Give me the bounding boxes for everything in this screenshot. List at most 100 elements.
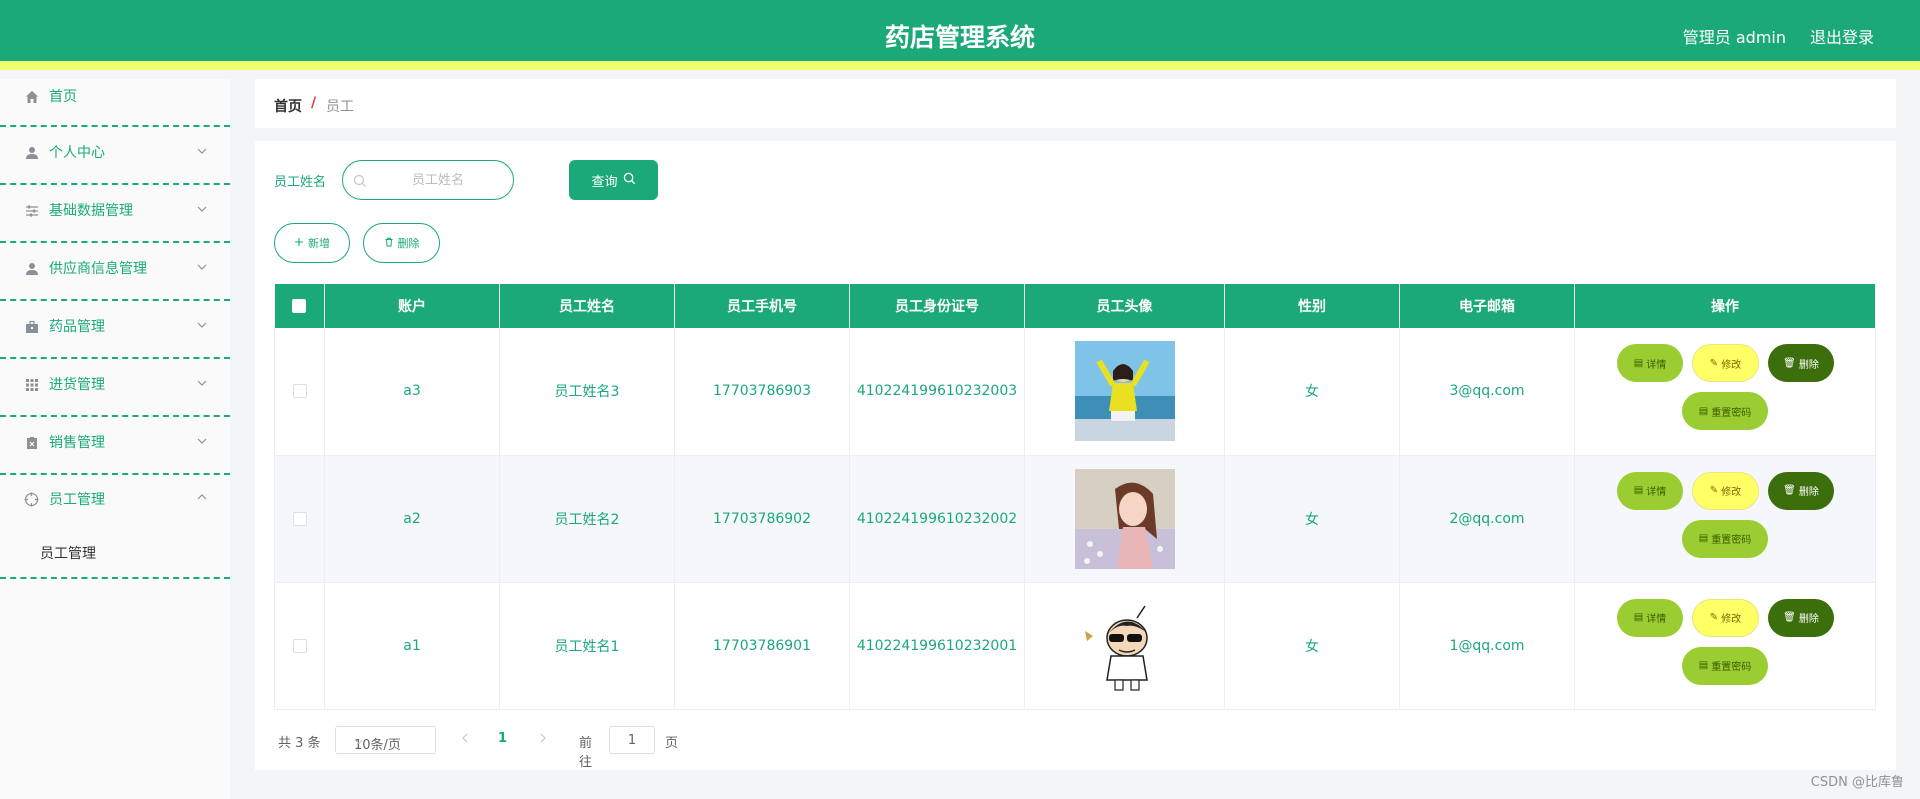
page-size-select[interactable]: 10条/页: [335, 726, 436, 754]
logout-link[interactable]: 退出登录: [1810, 24, 1874, 48]
breadcrumb-home[interactable]: 首页: [274, 96, 302, 116]
pencil-icon: ✎: [1709, 357, 1719, 369]
avatar[interactable]: [1074, 468, 1175, 569]
sidebar-item-personal-center[interactable]: 个人中心: [0, 127, 230, 185]
name-cell: 员工姓名1: [499, 582, 675, 710]
batch-delete-button[interactable]: 删除: [363, 223, 440, 263]
sidebar-subitem-staff-management[interactable]: 员工管理: [40, 543, 96, 563]
sidebar-item-home[interactable]: 首页: [0, 79, 230, 127]
delete-button-label: 删除: [397, 237, 420, 250]
clipboard-icon: [24, 435, 40, 451]
header-accent-strip: [0, 61, 1920, 70]
detail-button[interactable]: ▤ 详情: [1617, 344, 1683, 383]
avatar-cell: [1024, 582, 1225, 710]
search-input[interactable]: [371, 169, 505, 191]
delete-button[interactable]: 🗑 删除: [1768, 598, 1834, 637]
id-number-cell: 410224199610232003: [849, 328, 1025, 456]
chevron-down-icon: [196, 377, 208, 389]
document-icon: ▤: [1698, 660, 1709, 671]
search-label: 员工姓名: [274, 175, 327, 190]
add-button[interactable]: 新增: [274, 223, 350, 263]
sidebar-item-supplier[interactable]: 供应商信息管理: [0, 243, 230, 301]
row-checkbox[interactable]: [292, 638, 307, 653]
next-page-icon[interactable]: [536, 731, 550, 745]
sidebar-item-sales[interactable]: 销售管理: [0, 417, 230, 475]
remove-label: 删除: [1798, 359, 1819, 371]
chevron-down-icon: [196, 203, 208, 215]
edit-button[interactable]: ✎ 修改: [1692, 471, 1759, 510]
chevron-up-icon: [196, 491, 208, 503]
remove-label: 删除: [1798, 614, 1819, 625]
add-button-label: 新增: [308, 237, 330, 250]
column-header: 员工姓名: [499, 284, 675, 328]
chevron-down-icon: [196, 319, 208, 331]
email-cell: 3@qq.com: [1399, 328, 1575, 456]
breadcrumb: 首页 / 员工: [255, 79, 1896, 128]
sliders-icon: [24, 203, 40, 219]
edit-button[interactable]: ✎ 修改: [1692, 598, 1759, 637]
sidebar-item-label: 基础数据管理: [49, 203, 133, 219]
row-select-cell: [274, 582, 325, 710]
avatar-cell: [1024, 455, 1225, 583]
select-all-checkbox[interactable]: [292, 299, 307, 313]
watermark: CSDN @比库鲁: [1810, 775, 1904, 790]
phone-cell: 17703786902: [674, 455, 850, 583]
briefcase-icon: [24, 319, 40, 335]
delete-button[interactable]: 🗑 删除: [1768, 471, 1834, 510]
sidebar-item-base-data[interactable]: 基础数据管理: [0, 185, 230, 243]
document-icon: ▤: [1633, 357, 1644, 369]
grid-icon: [24, 377, 40, 393]
avatar[interactable]: [1074, 341, 1175, 442]
sidebar-item-label: 首页: [49, 89, 77, 105]
edit-label: 修改: [1721, 487, 1742, 498]
plus-icon: [294, 237, 304, 250]
chevron-down-icon: [196, 435, 208, 447]
chevron-down-icon: [354, 736, 364, 746]
delete-button[interactable]: 🗑 删除: [1768, 344, 1834, 383]
document-icon: ▤: [1633, 612, 1644, 623]
edit-label: 修改: [1721, 614, 1742, 625]
sidebar-item-purchase[interactable]: 进货管理: [0, 359, 230, 417]
detail-label: 详情: [1646, 487, 1667, 498]
gender-cell: 女: [1224, 455, 1400, 583]
page-number[interactable]: 1: [498, 731, 507, 746]
phone-cell: 17703786903: [674, 328, 850, 456]
detail-button[interactable]: ▤ 详情: [1617, 471, 1683, 510]
user-icon: [24, 145, 40, 161]
sidebar-item-label: 销售管理: [49, 435, 105, 451]
edit-button[interactable]: ✎ 修改: [1692, 344, 1759, 383]
app-title: 药店管理系统: [884, 23, 1035, 52]
reset-password-button[interactable]: ▤ 重置密码: [1682, 519, 1768, 558]
select-all-header: [274, 284, 325, 328]
detail-button[interactable]: ▤ 详情: [1617, 598, 1683, 637]
email-cell: 2@qq.com: [1399, 455, 1575, 583]
row-checkbox[interactable]: [292, 384, 307, 399]
reset-password-button[interactable]: ▤ 重置密码: [1682, 392, 1768, 431]
reset-password-button[interactable]: ▤ 重置密码: [1682, 646, 1768, 685]
operations-cell: ▤ 详情 ✎ 修改 🗑 删除 ▤ 重置密码: [1574, 582, 1876, 710]
goto-page-input[interactable]: [609, 726, 655, 754]
prev-page-icon[interactable]: [458, 731, 472, 745]
row-checkbox[interactable]: [292, 511, 307, 526]
search-icon: [353, 173, 367, 187]
sidebar-item-staff[interactable]: 员工管理: [0, 475, 230, 533]
column-header: 电子邮箱: [1399, 284, 1575, 328]
id-number-cell: 410224199610232002: [849, 455, 1025, 583]
pencil-icon: ✎: [1709, 612, 1719, 623]
sidebar-item-medicine[interactable]: 药品管理: [0, 301, 230, 359]
gender-cell: 女: [1224, 582, 1400, 710]
operations-cell: ▤ 详情 ✎ 修改 🗑 删除 ▤ 重置密码: [1574, 455, 1876, 583]
top-header: 药店管理系统 管理员 admin 退出登录: [0, 0, 1920, 70]
column-header: 操作: [1574, 284, 1876, 328]
sidebar-item-label: 进货管理: [49, 377, 105, 393]
reset-label: 重置密码: [1711, 407, 1752, 419]
user-icon: [24, 261, 40, 277]
sidebar-item-label: 供应商信息管理: [49, 261, 147, 277]
row-select-cell: [274, 455, 325, 583]
avatar[interactable]: [1074, 595, 1175, 696]
trash-icon: [384, 237, 394, 250]
account-cell: a3: [324, 328, 500, 456]
query-button[interactable]: 查询: [569, 160, 658, 200]
sidebar-item-label: 药品管理: [49, 319, 105, 335]
goto-label: 前往: [579, 736, 593, 770]
